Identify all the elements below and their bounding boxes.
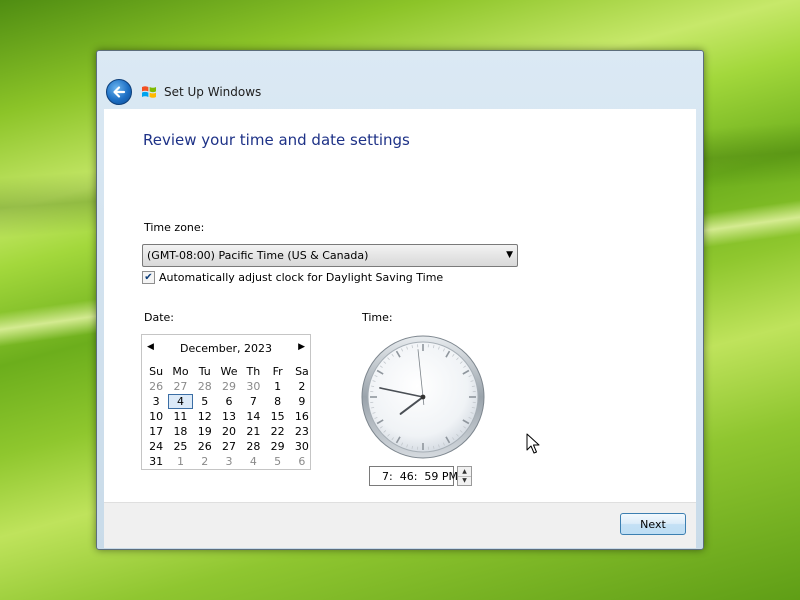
calendar-day[interactable]: 13 xyxy=(217,409,241,424)
dst-checkbox[interactable]: ✔ xyxy=(142,271,155,284)
calendar-day[interactable]: 1 xyxy=(168,454,192,469)
setup-window: Set Up Windows Review your time and date… xyxy=(96,50,704,550)
day-of-week-header: Mo xyxy=(172,365,189,378)
time-input[interactable]: 7: 46: 59 PM xyxy=(369,466,458,486)
checkmark-icon: ✔ xyxy=(144,272,153,283)
time-value: 7: 46: 59 PM xyxy=(382,470,459,483)
calendar-day[interactable]: 18 xyxy=(168,424,192,439)
page-title: Review your time and date settings xyxy=(143,131,410,149)
calendar-day[interactable]: 2 xyxy=(290,379,314,394)
calendar-day[interactable]: 5 xyxy=(193,394,217,409)
calendar-day[interactable]: 24 xyxy=(144,439,168,454)
calendar-day[interactable]: 7 xyxy=(241,394,265,409)
next-month-button[interactable]: ▶ xyxy=(298,342,305,352)
dst-label: Automatically adjust clock for Daylight … xyxy=(159,271,444,284)
calendar: ◀ December, 2023 ▶ Su Mo Tu We Th Fr Sa 26 27 28 2… xyxy=(141,334,311,470)
calendar-day[interactable]: 30 xyxy=(290,439,314,454)
timezone-label: Time zone: xyxy=(144,221,205,234)
calendar-day[interactable]: 17 xyxy=(144,424,168,439)
analog-clock xyxy=(361,335,485,459)
title-bar: Set Up Windows xyxy=(97,51,703,109)
content-area: Review your time and date settings Time … xyxy=(104,109,696,502)
back-button[interactable] xyxy=(106,79,132,105)
day-of-week-header: Tu xyxy=(198,365,211,378)
calendar-day[interactable]: 3 xyxy=(144,394,168,409)
day-of-week-header: Sa xyxy=(295,365,309,378)
calendar-day[interactable]: 16 xyxy=(290,409,314,424)
windows-logo-icon xyxy=(142,86,156,98)
calendar-day[interactable]: 9 xyxy=(290,394,314,409)
window-title: Set Up Windows xyxy=(164,85,262,99)
calendar-day[interactable]: 15 xyxy=(265,409,289,424)
day-of-week-header: Th xyxy=(246,365,261,378)
day-of-week-header: Fr xyxy=(272,365,283,378)
calendar-day[interactable]: 27 xyxy=(217,439,241,454)
calendar-day[interactable]: 29 xyxy=(265,439,289,454)
back-arrow-icon xyxy=(113,86,126,98)
calendar-day[interactable]: 10 xyxy=(144,409,168,424)
calendar-header: ◀ December, 2023 ▶ xyxy=(142,341,310,357)
day-of-week-header: Su xyxy=(149,365,164,378)
calendar-day[interactable]: 30 xyxy=(241,379,265,394)
calendar-day[interactable]: 4 xyxy=(241,454,265,469)
calendar-day[interactable]: 28 xyxy=(241,439,265,454)
calendar-day[interactable]: 12 xyxy=(193,409,217,424)
calendar-day[interactable]: 8 xyxy=(265,394,289,409)
calendar-day[interactable]: 31 xyxy=(144,454,168,469)
calendar-month-title[interactable]: December, 2023 xyxy=(142,342,310,355)
calendar-day[interactable]: 21 xyxy=(241,424,265,439)
footer-bar: Next xyxy=(104,502,696,548)
calendar-day[interactable]: 6 xyxy=(217,394,241,409)
calendar-day[interactable]: 20 xyxy=(217,424,241,439)
spin-down-button[interactable]: ▼ xyxy=(458,476,471,485)
calendar-day[interactable]: 29 xyxy=(217,379,241,394)
calendar-day[interactable]: 23 xyxy=(290,424,314,439)
calendar-day[interactable]: 26 xyxy=(193,439,217,454)
calendar-day[interactable]: 14 xyxy=(241,409,265,424)
next-button[interactable]: Next xyxy=(620,513,686,535)
calendar-day[interactable]: 5 xyxy=(265,454,289,469)
calendar-day[interactable]: 27 xyxy=(168,379,192,394)
timezone-value: (GMT-08:00) Pacific Time (US & Canada) xyxy=(147,249,369,262)
calendar-day[interactable]: 25 xyxy=(168,439,192,454)
calendar-day[interactable]: 2 xyxy=(193,454,217,469)
calendar-day[interactable]: 4 xyxy=(168,394,193,409)
calendar-day[interactable]: 6 xyxy=(290,454,314,469)
time-label: Time: xyxy=(362,311,393,324)
calendar-day[interactable]: 28 xyxy=(193,379,217,394)
calendar-day[interactable]: 22 xyxy=(265,424,289,439)
mouse-cursor-icon xyxy=(526,433,540,454)
calendar-day[interactable]: 3 xyxy=(217,454,241,469)
calendar-day[interactable]: 11 xyxy=(168,409,192,424)
dropdown-arrow-icon: ▼ xyxy=(506,250,513,260)
calendar-day[interactable]: 19 xyxy=(193,424,217,439)
time-spinner: ▲ ▼ xyxy=(457,466,472,486)
calendar-day[interactable]: 1 xyxy=(265,379,289,394)
date-label: Date: xyxy=(144,311,174,324)
timezone-dropdown[interactable]: (GMT-08:00) Pacific Time (US & Canada) ▼ xyxy=(142,244,518,267)
calendar-day[interactable]: 26 xyxy=(144,379,168,394)
day-of-week-header: We xyxy=(220,365,238,378)
calendar-grid: Su Mo Tu We Th Fr Sa 26 27 28 29 30 1 2 3 4 5 6 7 8 9 10 11 12 1… xyxy=(144,364,310,469)
